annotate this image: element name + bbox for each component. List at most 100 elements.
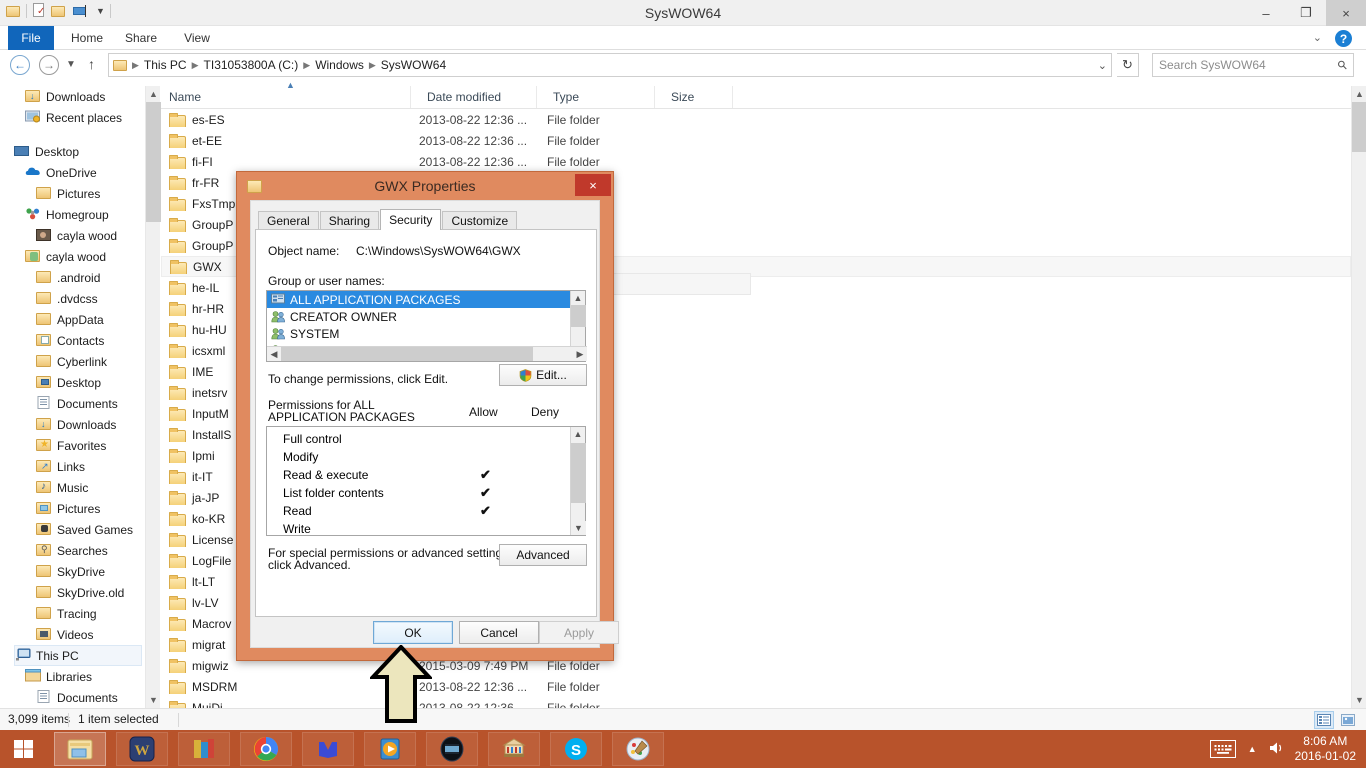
refresh-button[interactable]: ↻ (1117, 53, 1139, 77)
windows-start-icon[interactable] (0, 730, 48, 768)
sidebar-item-desktop[interactable]: Desktop (14, 141, 142, 162)
keyboard-icon[interactable] (1209, 740, 1236, 758)
sidebar-item-android[interactable]: .android (36, 267, 142, 288)
permission-row[interactable]: Modify (267, 448, 570, 466)
sidebar-item-libraries[interactable]: Libraries (25, 666, 142, 687)
permissions-vscrollbar[interactable]: ▲ ▼ (570, 427, 586, 535)
table-row[interactable]: et-EE 2013-08-22 12:36 ... File folder (161, 130, 1351, 151)
sidebar-item-pictures[interactable]: Pictures (36, 183, 142, 204)
sidebar-item-links[interactable]: ↗ Links (36, 456, 142, 477)
column-header-size[interactable]: Size (663, 86, 733, 108)
taskbar-item-malwarebytes[interactable] (302, 732, 354, 766)
sidebar-item-tracing[interactable]: Tracing (36, 603, 142, 624)
sidebar-item-pictures[interactable]: Pictures (36, 498, 142, 519)
scroll-down-icon[interactable]: ▼ (146, 692, 161, 708)
forward-button[interactable]: → (39, 55, 59, 75)
close-button[interactable]: × (1326, 0, 1366, 26)
apply-button[interactable]: Apply (539, 621, 619, 644)
scroll-up-icon[interactable]: ▲ (146, 86, 161, 102)
breadcrumb-item-syswow64[interactable]: SysWOW64 (377, 58, 450, 72)
navigation-pane[interactable]: ↓ Downloads Recent places Desktop OneDrive Pi… (0, 86, 145, 708)
maximize-button[interactable]: ❐ (1286, 0, 1326, 26)
taskbar-item-file-explorer[interactable] (54, 732, 106, 766)
permissions-listbox[interactable]: Full control Modify Read & execute ✔ List fo… (266, 426, 586, 536)
scroll-left-icon[interactable]: ◀ (267, 347, 281, 361)
cancel-button[interactable]: Cancel (459, 621, 539, 644)
tab-view[interactable]: View (174, 26, 220, 50)
recent-locations-icon[interactable]: ▼ (66, 59, 76, 70)
column-header-date[interactable]: Date modified (419, 86, 537, 108)
search-icon[interactable]: ⚲ (1335, 57, 1351, 73)
sidebar-item-documents[interactable]: Documents (36, 393, 142, 414)
clock[interactable]: 8:06 AM 2016-01-02 (1295, 734, 1366, 764)
taskbar-item-google-chrome[interactable] (240, 732, 292, 766)
taskbar-item-paint[interactable] (612, 732, 664, 766)
sidebar-item-contacts[interactable]: Contacts (36, 330, 142, 351)
file-list-scrollbar[interactable]: ▲ ▼ (1351, 86, 1366, 708)
sidebar-item-skydrive[interactable]: SkyDrive (36, 561, 142, 582)
scroll-thumb[interactable] (571, 443, 586, 503)
sidebar-item-music[interactable]: ♪ Music (36, 477, 142, 498)
permission-row[interactable]: Read ✔ (267, 502, 570, 520)
permission-row[interactable]: Full control (267, 430, 570, 448)
scroll-down-icon[interactable]: ▼ (571, 521, 586, 535)
sidebar-item-dvdcss[interactable]: .dvdcss (36, 288, 142, 309)
permission-row[interactable]: Read & execute ✔ (267, 466, 570, 484)
scroll-up-icon[interactable]: ▲ (1352, 86, 1366, 102)
breadcrumb-item-drive[interactable]: TI31053800A (C:) (200, 58, 303, 72)
scroll-right-icon[interactable]: ▶ (573, 347, 587, 361)
tab-general[interactable]: General (258, 211, 319, 230)
column-header-type[interactable]: Type (545, 86, 655, 108)
breadcrumb-dropdown-icon[interactable]: ⌄ (1098, 59, 1107, 72)
sidebar-item-cyberlink[interactable]: Cyberlink (36, 351, 142, 372)
table-row[interactable]: MSDRM 2013-08-22 12:36 ... File folder (161, 676, 1351, 697)
group-list-hscrollbar[interactable]: ◀ ▶ (267, 346, 587, 361)
group-user-listbox[interactable]: ALL APPLICATION PACKAGES CREATOR OWNER SYS… (266, 290, 587, 362)
taskbar-item-skype[interactable]: S (550, 732, 602, 766)
search-input[interactable]: Search SysWOW64 ⚲ (1152, 53, 1354, 77)
table-row[interactable]: fi-FI 2013-08-22 12:36 ... File folder (161, 151, 1351, 172)
taskbar-item-winrar[interactable] (178, 732, 230, 766)
dialog-title-bar[interactable]: GWX Properties × (237, 172, 613, 200)
breadcrumb-item-windows[interactable]: Windows (311, 58, 368, 72)
volume-icon[interactable] (1269, 741, 1285, 758)
list-item[interactable]: CREATOR OWNER (267, 308, 570, 325)
sidebar-item-searches[interactable]: ⚲ Searches (36, 540, 142, 561)
taskbar-item-wow-game[interactable]: W (116, 732, 168, 766)
sidebar-item-cayla-wood[interactable]: cayla wood (25, 246, 142, 267)
permission-row[interactable]: List folder contents ✔ (267, 484, 570, 502)
sidebar-item-appdata[interactable]: AppData (36, 309, 142, 330)
taskbar-item-carousel-app[interactable] (488, 732, 540, 766)
sidebar-item-onedrive[interactable]: OneDrive (25, 162, 142, 183)
taskbar-item-video-player[interactable] (426, 732, 478, 766)
ribbon-expand-icon[interactable]: ⌄ (1313, 31, 1322, 44)
sidebar-item-desktop[interactable]: Desktop (36, 372, 142, 393)
scroll-up-icon[interactable]: ▲ (571, 291, 585, 305)
list-item[interactable]: SYSTEM (267, 325, 570, 342)
sidebar-item-this-pc[interactable]: This PC (14, 645, 142, 666)
sidebar-item-recent-places[interactable]: Recent places (25, 107, 142, 128)
edit-button[interactable]: Edit... (499, 364, 587, 386)
tab-customize[interactable]: Customize (442, 211, 518, 230)
sidebar-item-downloads[interactable]: ↓ Downloads (25, 86, 142, 107)
scroll-thumb[interactable] (281, 347, 533, 361)
tab-security[interactable]: Security (380, 209, 442, 230)
scroll-thumb[interactable] (146, 102, 161, 222)
breadcrumb-item-this-pc[interactable]: This PC (140, 58, 191, 72)
sidebar-item-videos[interactable]: Videos (36, 624, 142, 645)
minimize-button[interactable]: – (1246, 0, 1286, 26)
sidebar-item-saved-games[interactable]: Saved Games (36, 519, 142, 540)
large-icons-view-icon[interactable] (1338, 711, 1358, 729)
sidebar-item-favorites[interactable]: ★ Favorites (36, 435, 142, 456)
details-view-icon[interactable] (1314, 711, 1334, 729)
sidebar-item-downloads[interactable]: ↓ Downloads (36, 414, 142, 435)
tab-sharing[interactable]: Sharing (319, 211, 380, 230)
sidebar-item-documents[interactable]: Documents (36, 687, 142, 708)
list-item[interactable]: ALL APPLICATION PACKAGES (267, 291, 570, 308)
scroll-thumb[interactable] (1352, 102, 1366, 152)
table-row[interactable]: es-ES 2013-08-22 12:36 ... File folder (161, 109, 1351, 130)
back-button[interactable]: ← (10, 55, 30, 75)
ok-button[interactable]: OK (373, 621, 453, 644)
tab-file[interactable]: File (8, 26, 54, 50)
tab-home[interactable]: Home (62, 26, 112, 50)
